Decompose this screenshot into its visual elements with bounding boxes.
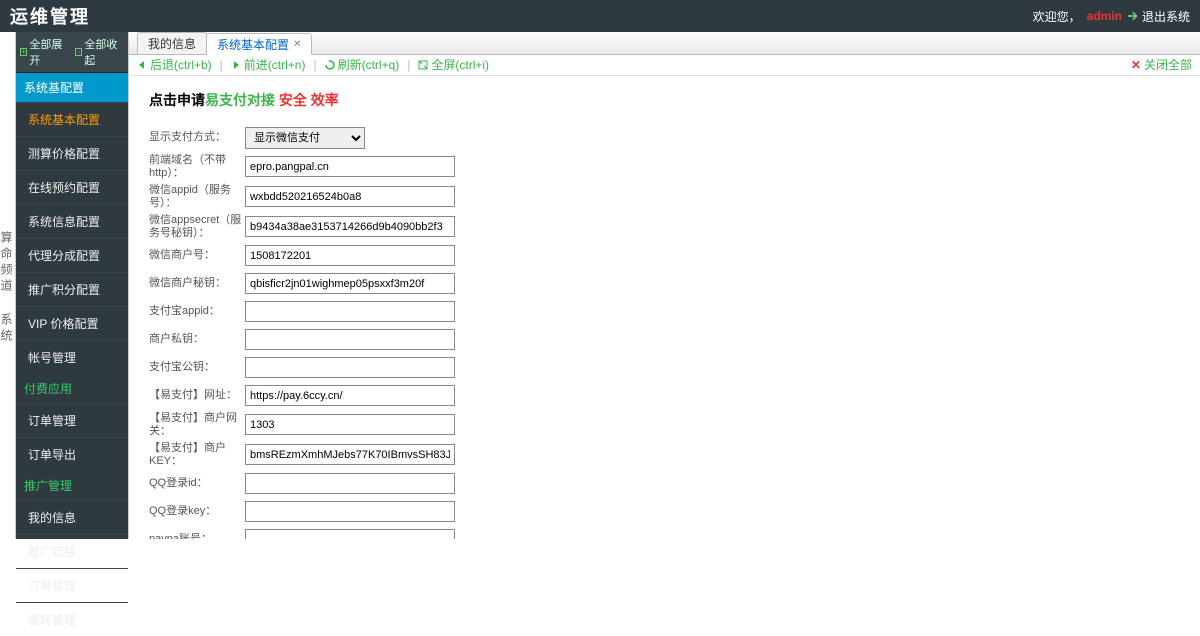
fullscreen-button[interactable]: 全屏(ctrl+i) — [418, 56, 489, 73]
sidebar-item-sysbasic[interactable]: 系统基本配置 — [16, 102, 128, 136]
collapse-all-button[interactable]: -全部收起 — [75, 36, 124, 68]
sidebar-item-sysinfo[interactable]: 系统信息配置 — [16, 204, 128, 238]
toolbar: 后退(ctrl+b) | 前进(ctrl+n) | 刷新(ctrl+q) | 全… — [129, 55, 1200, 76]
wxappid-input[interactable] — [245, 186, 455, 207]
fullscreen-icon — [418, 60, 428, 70]
sidebar-item-vipprice[interactable]: VIP 价格配置 — [16, 306, 128, 340]
label-alipubkey: 支付宝公钥： — [149, 361, 245, 374]
sidebar-group-pay[interactable]: 付费应用 — [16, 374, 128, 403]
sidebar-group-promo[interactable]: 推广管理 — [16, 471, 128, 500]
label-aliprikey: 商户私钥： — [149, 333, 245, 346]
content: 我的信息 系统基本配置✕ 后退(ctrl+b) | 前进(ctrl+n) | 刷… — [128, 32, 1200, 539]
forward-button[interactable]: 前进(ctrl+n) — [231, 56, 306, 73]
label-wxmchkey: 微信商户秘钥： — [149, 277, 245, 290]
sidebar-item-account[interactable]: 帐号管理 — [16, 340, 128, 374]
current-user: admin — [1087, 9, 1122, 23]
sidebar-item-orderexport[interactable]: 订单导出 — [16, 437, 128, 471]
sidebar-item-orders[interactable]: 订单管理 — [16, 403, 128, 437]
banner[interactable]: 点击申请易支付对接 安全 效率 — [149, 90, 1180, 110]
app-title: 运维管理 — [10, 3, 90, 29]
sidebar-group-system[interactable]: 系统基配置 — [16, 73, 128, 102]
label-qqkey: QQ登录key： — [149, 505, 245, 518]
label-domain: 前端域名（不带http）： — [149, 154, 245, 180]
sidebar-expand-controls: +全部展开 -全部收起 — [16, 32, 128, 73]
sidebar-item-myinfo[interactable]: 我的信息 — [16, 500, 128, 534]
logout-button[interactable]: 退出系统 — [1128, 8, 1190, 25]
aliprikey-input[interactable] — [245, 329, 455, 350]
alipubkey-input[interactable] — [245, 357, 455, 378]
tabbar: 我的信息 系统基本配置✕ — [129, 32, 1200, 55]
sidebar-item-priceconf[interactable]: 测算价格配置 — [16, 136, 128, 170]
closeall-button[interactable]: ✕关闭全部 — [1131, 56, 1192, 73]
label-wxmch: 微信商户号： — [149, 249, 245, 262]
back-button[interactable]: 后退(ctrl+b) — [137, 56, 212, 73]
refresh-button[interactable]: 刷新(ctrl+q) — [325, 56, 400, 73]
domain-input[interactable] — [245, 156, 455, 177]
qqid-input[interactable] — [245, 473, 455, 494]
label-epaykey: 【易支付】商户KEY： — [149, 442, 245, 468]
tab-myinfo[interactable]: 我的信息 — [137, 32, 207, 54]
topbar: 运维管理 欢迎您， admin 退出系统 — [0, 0, 1200, 32]
expand-all-button[interactable]: +全部展开 — [20, 36, 69, 68]
close-icon[interactable]: ✕ — [293, 39, 301, 50]
arrow-right-icon — [231, 60, 241, 70]
welcome-label: 欢迎您， — [1033, 8, 1081, 25]
label-qqid: QQ登录id： — [149, 477, 245, 490]
refresh-icon — [325, 60, 335, 70]
wxmch-input[interactable] — [245, 245, 455, 266]
paypal-input[interactable] — [245, 529, 455, 539]
sidebar: +全部展开 -全部收起 系统基配置 系统基本配置 测算价格配置 在线预约配置 系… — [16, 32, 128, 539]
epaygw-input[interactable] — [245, 414, 455, 435]
label-epaygw: 【易支付】商户网关： — [149, 412, 245, 438]
sidebar-item-promolink[interactable]: 推广链接 — [16, 534, 128, 568]
epaykey-input[interactable] — [245, 444, 455, 465]
epayurl-input[interactable] — [245, 385, 455, 406]
logout-icon — [1128, 10, 1140, 22]
sidebar-item-promopoints[interactable]: 推广积分配置 — [16, 272, 128, 306]
sidebar-item-withdraw[interactable]: 提现管理 — [16, 602, 128, 636]
label-aliappid: 支付宝appid： — [149, 305, 245, 318]
header-userinfo: 欢迎您， admin 退出系统 — [1033, 8, 1190, 25]
sidebar-item-reserve[interactable]: 在线预约配置 — [16, 170, 128, 204]
paymode-select[interactable]: 显示微信支付 — [245, 127, 365, 149]
label-paypal: paypa账号： — [149, 533, 245, 539]
vertical-channel-strip: 算命频道 系统 — [0, 32, 16, 539]
label-wxappid: 微信appid（服务号）： — [149, 184, 245, 210]
form-area: 点击申请易支付对接 安全 效率 显示支付方式： 显示微信支付 前端域名（不带ht… — [129, 76, 1200, 539]
label-epayurl: 【易支付】网址： — [149, 389, 245, 402]
wxmchkey-input[interactable] — [245, 273, 455, 294]
qqkey-input[interactable] — [245, 501, 455, 522]
wxsecret-input[interactable] — [245, 216, 455, 237]
label-wxsecret: 微信appsecret（服务号秘钥）： — [149, 214, 245, 240]
tab-sysbasic[interactable]: 系统基本配置✕ — [206, 33, 312, 55]
sidebar-item-orders2[interactable]: 订单管理 — [16, 568, 128, 602]
sidebar-item-agent[interactable]: 代理分成配置 — [16, 238, 128, 272]
minus-icon: - — [75, 48, 82, 56]
plus-icon: + — [20, 48, 27, 56]
aliappid-input[interactable] — [245, 301, 455, 322]
arrow-left-icon — [137, 60, 147, 70]
close-all-icon: ✕ — [1131, 58, 1141, 72]
label-paymode: 显示支付方式： — [149, 131, 245, 144]
